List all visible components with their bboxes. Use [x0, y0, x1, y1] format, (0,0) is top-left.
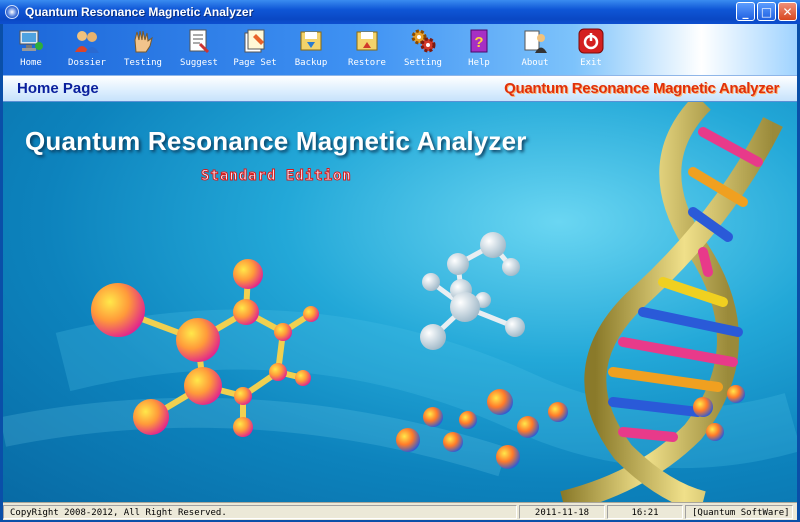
minimize-button[interactable]: _	[736, 2, 755, 21]
window-controls: _ □ ✕	[736, 2, 797, 21]
status-time: 16:21	[607, 504, 683, 519]
backup-icon	[297, 27, 325, 55]
home-icon	[17, 27, 45, 55]
app-window: Quantum Resonance Magnetic Analyzer _ □ …	[0, 0, 800, 522]
home-button[interactable]: Home	[3, 24, 59, 75]
setting-icon	[409, 27, 437, 55]
brand-title: Quantum Resonance Magnetic Analyzer	[504, 80, 779, 97]
status-bar: CopyRight 2008-2012, All Right Reserved.…	[3, 502, 797, 520]
help-label: Help	[468, 58, 490, 68]
home-banner: Quantum Resonance Magnetic Analyzer Stan…	[3, 102, 797, 502]
home-label: Home	[20, 58, 42, 68]
molecule-dna-illustration	[3, 102, 797, 502]
help-button[interactable]: ? Help	[451, 24, 507, 75]
maximize-button[interactable]: □	[757, 2, 776, 21]
suggest-icon	[185, 27, 213, 55]
restore-button[interactable]: Restore	[339, 24, 395, 75]
testing-button[interactable]: Testing	[115, 24, 171, 75]
dossier-button[interactable]: Dossier	[59, 24, 115, 75]
about-icon	[521, 27, 549, 55]
restore-label: Restore	[348, 58, 386, 68]
main-toolbar: Home Dossier Testing Suggest Page Set Ba…	[3, 24, 797, 75]
page-set-button[interactable]: Page Set	[227, 24, 283, 75]
svg-text:?: ?	[474, 34, 483, 51]
setting-button[interactable]: Setting	[395, 24, 451, 75]
edition-label: Standard Edition	[201, 168, 352, 185]
restore-icon	[353, 27, 381, 55]
backup-button[interactable]: Backup	[283, 24, 339, 75]
page-header-bar: Home Page Quantum Resonance Magnetic Ana…	[3, 75, 797, 102]
suggest-label: Suggest	[180, 58, 218, 68]
page-title: Home Page	[17, 80, 99, 97]
about-label: About	[521, 58, 549, 68]
app-icon[interactable]	[5, 5, 19, 19]
testing-label: Testing	[124, 58, 162, 68]
page-set-label: Page Set	[233, 58, 277, 68]
page-set-icon	[241, 27, 269, 55]
status-copyright: CopyRight 2008-2012, All Right Reserved.	[3, 504, 517, 519]
testing-icon	[129, 27, 157, 55]
dossier-label: Dossier	[68, 58, 106, 68]
suggest-button[interactable]: Suggest	[171, 24, 227, 75]
window-title: Quantum Resonance Magnetic Analyzer	[25, 5, 254, 19]
exit-label: Exit	[580, 58, 602, 68]
close-button[interactable]: ✕	[778, 2, 797, 21]
exit-icon	[577, 27, 605, 55]
dossier-icon	[73, 27, 101, 55]
status-date: 2011-11-18	[519, 504, 605, 519]
setting-label: Setting	[404, 58, 442, 68]
help-icon: ?	[465, 27, 493, 55]
status-vendor: [Quantum SoftWare]	[685, 504, 793, 519]
about-button[interactable]: About	[507, 24, 563, 75]
banner-title: Quantum Resonance Magnetic Analyzer	[25, 126, 527, 156]
backup-label: Backup	[294, 58, 328, 68]
exit-button[interactable]: Exit	[563, 24, 619, 75]
title-bar[interactable]: Quantum Resonance Magnetic Analyzer _ □ …	[0, 0, 800, 24]
